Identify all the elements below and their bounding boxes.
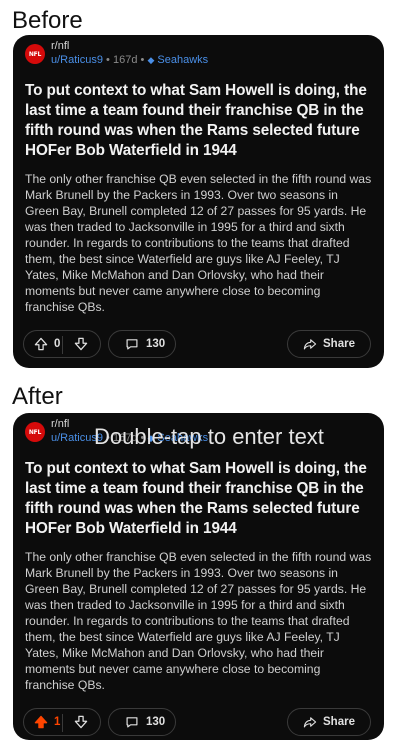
share-button[interactable]: Share: [287, 330, 371, 358]
upvote-arrow-icon[interactable]: [34, 715, 48, 729]
post-meta: u/Raticus9 • 167d • ◆ Seahawks: [51, 54, 208, 66]
post-actions: 1 130 Share: [23, 708, 371, 736]
before-label: Before: [12, 7, 83, 34]
vote-count: 1: [54, 716, 61, 728]
post-header: NFL r/nfl u/Raticus9 • 167d • ◆ Seahawks: [25, 40, 372, 76]
vote-count: 0: [54, 338, 61, 350]
post-title[interactable]: To put context to what Sam Howell is doi…: [25, 459, 372, 539]
post-body: The only other franchise QB even selecte…: [25, 550, 372, 692]
downvote-arrow-icon[interactable]: [74, 715, 88, 729]
upvote-arrow-icon[interactable]: [34, 337, 48, 351]
post-title[interactable]: To put context to what Sam Howell is doi…: [25, 81, 372, 161]
author-link[interactable]: u/Raticus9: [51, 432, 103, 444]
share-label: Share: [323, 338, 355, 350]
post-age: 167d: [112, 432, 138, 444]
author-link[interactable]: u/Raticus9: [51, 54, 103, 66]
shield-icon: ◆: [147, 55, 155, 65]
comment-bubble-icon: [126, 717, 138, 728]
comments-button[interactable]: 130: [108, 330, 176, 358]
post-card-after[interactable]: NFL r/nfl u/Raticus9 • 167d • ◆ Seahawks…: [13, 413, 384, 740]
comments-button[interactable]: 130: [108, 708, 176, 736]
share-arrow-icon: [303, 339, 317, 350]
vote-divider: [62, 714, 63, 732]
vote-control: 1: [23, 708, 101, 736]
subreddit-avatar[interactable]: NFL: [25, 422, 45, 442]
post-body: The only other franchise QB even selecte…: [25, 172, 372, 314]
comment-count: 130: [146, 716, 166, 728]
subreddit-name[interactable]: r/nfl: [51, 418, 69, 430]
share-arrow-icon: [303, 717, 317, 728]
subreddit-avatar[interactable]: NFL: [25, 44, 45, 64]
post-card-before[interactable]: NFL r/nfl u/Raticus9 • 167d • ◆ Seahawks…: [13, 35, 384, 368]
post-actions: 0 130 Share: [23, 330, 371, 358]
downvote-arrow-icon[interactable]: [74, 337, 88, 351]
comment-count: 130: [146, 338, 166, 350]
vote-control: 0: [23, 330, 101, 358]
vote-divider: [62, 336, 63, 354]
comment-bubble-icon: [126, 339, 138, 350]
shield-icon: ◆: [147, 433, 155, 443]
share-button[interactable]: Share: [287, 708, 371, 736]
post-age: 167d: [112, 54, 138, 66]
user-flair: Seahawks: [157, 54, 209, 66]
user-flair: Seahawks: [157, 432, 209, 444]
share-label: Share: [323, 716, 355, 728]
post-meta: u/Raticus9 • 167d • ◆ Seahawks: [51, 432, 208, 444]
subreddit-name[interactable]: r/nfl: [51, 40, 69, 52]
after-label: After: [12, 383, 63, 410]
meta-separator: •: [106, 54, 113, 66]
meta-separator: •: [106, 432, 113, 444]
post-header: NFL r/nfl u/Raticus9 • 167d • ◆ Seahawks: [25, 418, 372, 454]
